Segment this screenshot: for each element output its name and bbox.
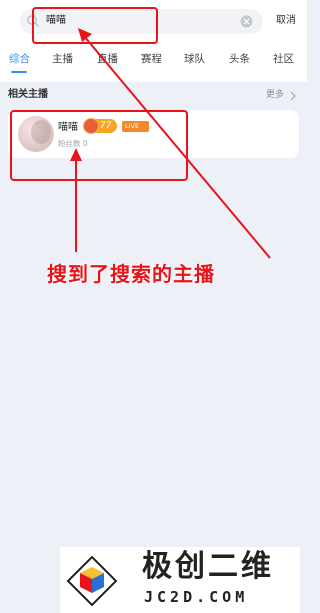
clear-icon[interactable] [240,15,253,28]
tab-teams[interactable]: 球队 [184,52,205,66]
annotation-caption: 搜到了搜索的主播 [47,262,215,286]
tab-headlines[interactable]: 头条 [229,52,250,66]
cancel-button[interactable]: 取消 [276,14,296,28]
tab-all[interactable]: 综合 [9,52,30,66]
tab-live[interactable]: 直播 [97,52,118,66]
annotation-box-result [10,110,188,181]
tab-community[interactable]: 社区 [273,52,294,66]
chevron-right-icon[interactable] [289,91,297,101]
tab-streamers[interactable]: 主播 [52,52,73,66]
annotation-box-search [32,7,158,44]
related-streamers-header: 相关主播 更多 [0,88,307,104]
more-link[interactable]: 更多 [266,89,284,102]
tab-schedule[interactable]: 赛程 [141,52,162,66]
watermark-cube-logo [66,555,118,607]
category-tabs: 综合 主播 直播 赛程 球队 头条 社区 [0,52,307,78]
watermark-title: 极创二维 [142,549,274,584]
watermark: 极创二维 JC2D.COM [60,547,300,613]
active-tab-indicator [11,71,27,73]
watermark-domain: JC2D.COM [144,588,249,606]
section-title: 相关主播 [8,89,48,100]
